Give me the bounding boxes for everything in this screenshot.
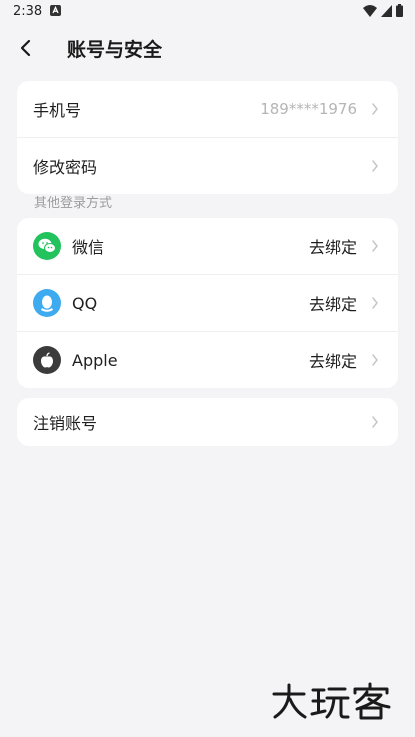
- watermark-logo: [272, 682, 391, 720]
- cancel-account-card: 注销账号: [17, 398, 398, 446]
- cancel-account-label: 注销账号: [33, 414, 98, 433]
- wechat-icon: [33, 232, 61, 260]
- apple-bind-action[interactable]: 去绑定: [309, 348, 357, 372]
- battery-icon: [396, 4, 403, 17]
- qq-row[interactable]: QQ 去绑定: [17, 274, 398, 331]
- qq-bind-action[interactable]: 去绑定: [309, 291, 357, 315]
- chevron-right-icon: [372, 297, 378, 309]
- back-arrow-icon[interactable]: [14, 36, 38, 60]
- notification-app-icon: [50, 5, 61, 16]
- chevron-right-icon: [372, 416, 378, 428]
- chevron-right-icon: [372, 240, 378, 252]
- qq-icon: [33, 289, 61, 317]
- page-title: 账号与安全: [67, 39, 163, 61]
- phone-row[interactable]: 手机号 189****1976: [17, 81, 398, 137]
- apple-row[interactable]: Apple 去绑定: [17, 331, 398, 388]
- wifi-icon: [363, 4, 377, 17]
- status-bar: 2:38: [0, 0, 415, 24]
- navigation-bar: 账号与安全: [0, 26, 415, 70]
- wechat-bind-action[interactable]: 去绑定: [309, 234, 357, 258]
- chevron-right-icon: [372, 354, 378, 366]
- cancel-account-row[interactable]: 注销账号: [17, 398, 398, 446]
- wechat-row[interactable]: 微信 去绑定: [17, 218, 398, 274]
- change-password-row[interactable]: 修改密码: [17, 137, 398, 194]
- apple-label: Apple: [72, 350, 118, 370]
- status-time: 2:38: [13, 4, 43, 19]
- chevron-right-icon: [372, 160, 378, 172]
- apple-icon: [33, 346, 61, 374]
- other-login-section-label: 其他登录方式: [34, 196, 113, 211]
- other-login-card: 微信 去绑定 QQ 去绑定 Apple 去绑定: [17, 218, 398, 388]
- change-password-label: 修改密码: [33, 158, 98, 177]
- account-card: 手机号 189****1976 修改密码: [17, 81, 398, 194]
- signal-icon: [381, 4, 392, 17]
- phone-value: 189****1976: [260, 100, 357, 118]
- chevron-right-icon: [372, 103, 378, 115]
- wechat-label: 微信: [72, 238, 105, 257]
- qq-label: QQ: [72, 293, 98, 313]
- phone-label: 手机号: [33, 101, 82, 120]
